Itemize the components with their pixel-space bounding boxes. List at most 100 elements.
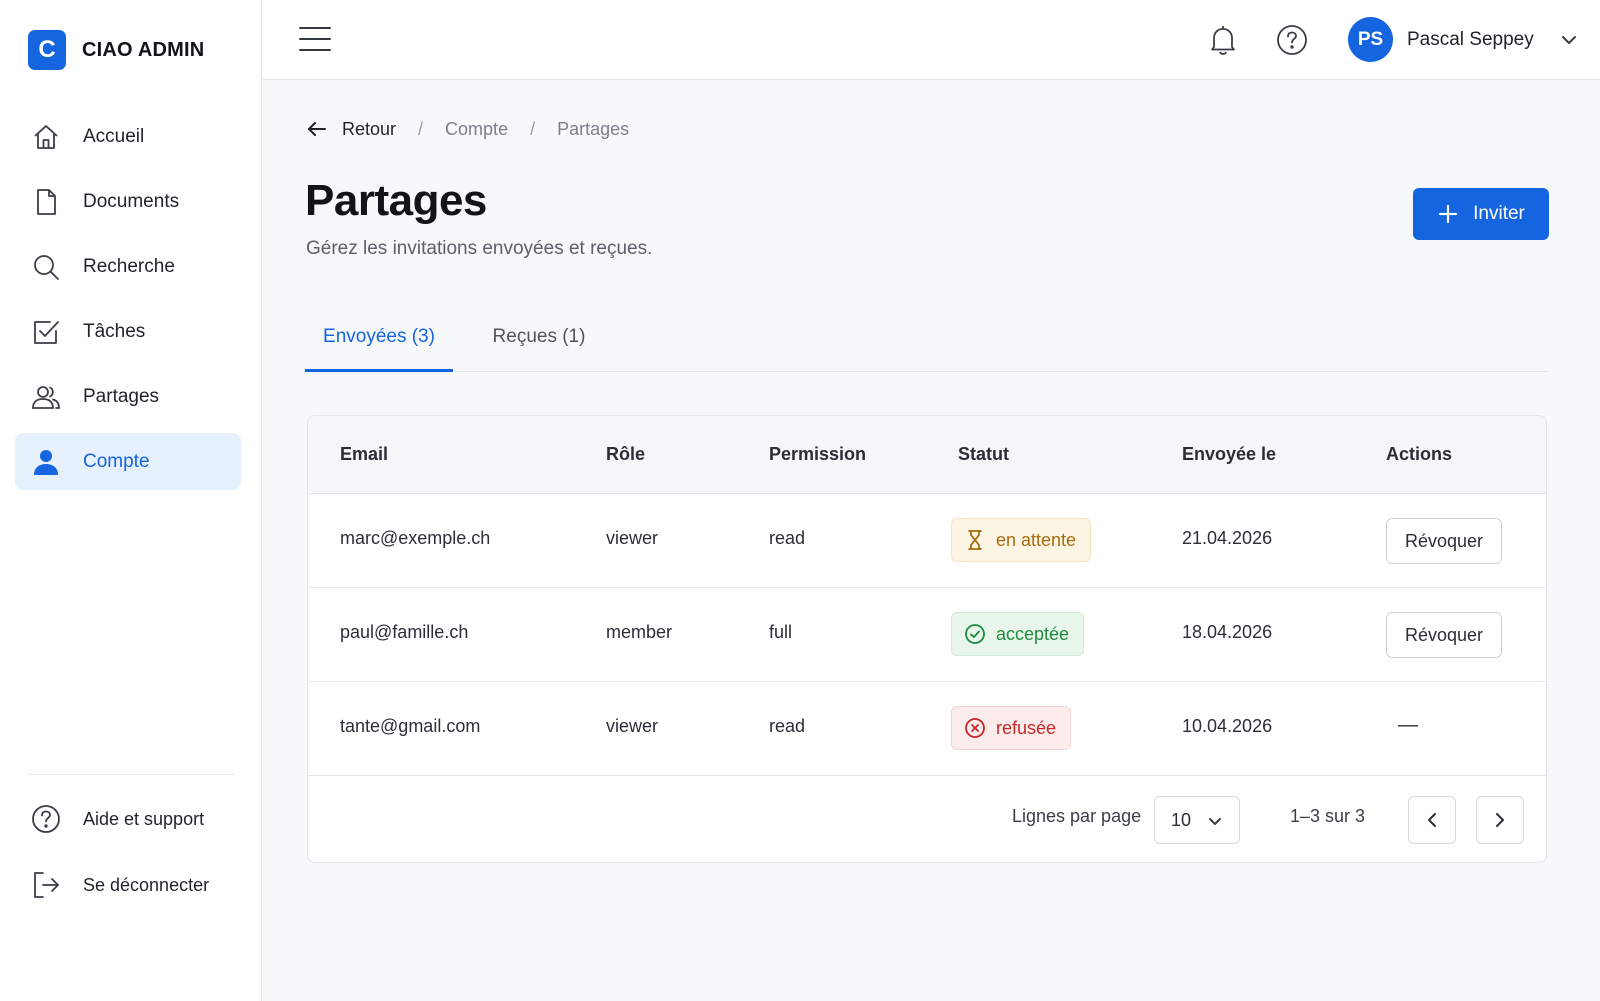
role-cell: viewer bbox=[606, 716, 659, 736]
permission-cell: full bbox=[769, 622, 793, 642]
chevron-down-icon bbox=[1561, 35, 1576, 44]
page-subtitle: Gérez les invitations envoyées et reçues… bbox=[306, 238, 653, 259]
bell-icon bbox=[1211, 26, 1235, 55]
user-name: Pascal Seppey bbox=[1407, 28, 1534, 50]
brand-name: CIAO ADMIN bbox=[82, 38, 205, 61]
revoke-button[interactable]: Révoquer bbox=[1386, 518, 1502, 564]
home-icon bbox=[31, 122, 61, 152]
x-circle-icon bbox=[965, 718, 985, 738]
user-menu[interactable]: PS Pascal Seppey bbox=[1348, 17, 1580, 62]
column-header-date: Envoyée le bbox=[1182, 444, 1277, 464]
status-label: en attente bbox=[996, 529, 1077, 550]
sidebar-item-logout[interactable]: Se déconnecter bbox=[15, 856, 241, 914]
user-icon bbox=[31, 447, 61, 477]
help-circle-icon bbox=[1277, 25, 1307, 55]
check-circle-icon bbox=[965, 624, 985, 644]
sidebar-item-partages[interactable]: Partages bbox=[15, 368, 241, 425]
table-row: paul@famille.ch member full acceptée 18.… bbox=[308, 588, 1546, 682]
sidebar-item-label: Documents bbox=[83, 190, 180, 212]
hamburger-line bbox=[299, 27, 331, 29]
next-page-button[interactable] bbox=[1476, 796, 1524, 844]
status-label: refusée bbox=[996, 717, 1057, 738]
sidebar-bottom-nav: Aide et support Se déconnecter bbox=[15, 790, 241, 922]
revoke-button[interactable]: Révoquer bbox=[1386, 612, 1502, 658]
column-header-role: Rôle bbox=[606, 444, 646, 464]
brand[interactable]: C CIAO ADMIN bbox=[28, 30, 204, 70]
column-header-permission: Permission bbox=[769, 444, 867, 464]
permission-cell: read bbox=[769, 528, 806, 548]
pagination: Lignes par page 10 1–3 sur 3 bbox=[308, 778, 1546, 862]
tab-envoyees[interactable]: Envoyées (3) bbox=[305, 314, 453, 372]
back-link[interactable]: Retour bbox=[306, 118, 396, 140]
date-cell: 18.04.2026 bbox=[1182, 622, 1273, 642]
help-circle-icon bbox=[31, 804, 61, 834]
sidebar-item-label: Recherche bbox=[83, 255, 175, 277]
breadcrumb-separator: / bbox=[418, 118, 424, 139]
sidebar-item-accueil[interactable]: Accueil bbox=[15, 108, 241, 165]
chevron-right-icon bbox=[1496, 813, 1504, 827]
sidebar-nav: Accueil Documents Recherche Tâches Parta… bbox=[15, 108, 241, 498]
back-label: Retour bbox=[342, 118, 397, 139]
avatar: PS bbox=[1348, 17, 1393, 62]
sidebar-item-label: Partages bbox=[83, 385, 160, 407]
table-header: Email Rôle Permission Statut Envoyée le … bbox=[308, 416, 1546, 494]
rows-per-page-select[interactable]: 10 bbox=[1154, 796, 1240, 844]
menu-toggle-button[interactable] bbox=[299, 24, 331, 54]
hourglass-icon bbox=[968, 530, 982, 550]
sidebar-item-aide[interactable]: Aide et support bbox=[15, 790, 241, 848]
no-action: — bbox=[1398, 714, 1418, 736]
chevron-down-icon bbox=[1209, 818, 1221, 825]
notifications-button[interactable] bbox=[1206, 23, 1240, 57]
sidebar-divider bbox=[28, 774, 235, 775]
sidebar-item-compte[interactable]: Compte bbox=[15, 433, 241, 490]
document-icon bbox=[31, 187, 61, 217]
app-root: C CIAO ADMIN Accueil Documents Recherche… bbox=[0, 0, 1600, 1001]
sidebar-item-recherche[interactable]: Recherche bbox=[15, 238, 241, 295]
rows-per-page-label: Lignes par page bbox=[1012, 806, 1142, 826]
table-row: marc@exemple.ch viewer read en attente 2… bbox=[308, 494, 1546, 588]
date-cell: 21.04.2026 bbox=[1182, 528, 1273, 548]
chevron-left-icon bbox=[1428, 813, 1436, 827]
sidebar-item-taches[interactable]: Tâches bbox=[15, 303, 241, 360]
breadcrumb-current: Partages bbox=[557, 118, 630, 139]
column-header-status: Statut bbox=[958, 444, 1009, 464]
plus-icon bbox=[1439, 204, 1458, 224]
role-cell: viewer bbox=[606, 528, 659, 548]
column-header-email: Email bbox=[340, 444, 389, 464]
search-icon bbox=[31, 252, 61, 282]
sidebar: C CIAO ADMIN Accueil Documents Recherche… bbox=[0, 0, 262, 1001]
table-row: tante@gmail.com viewer read refusée 10.0… bbox=[308, 682, 1546, 776]
sidebar-item-label: Tâches bbox=[83, 320, 146, 342]
invite-label: Inviter bbox=[1473, 203, 1525, 224]
sidebar-item-label: Compte bbox=[83, 450, 150, 472]
email-cell: tante@gmail.com bbox=[340, 716, 481, 736]
sidebar-item-documents[interactable]: Documents bbox=[15, 173, 241, 230]
invite-button[interactable]: Inviter bbox=[1413, 188, 1549, 240]
rows-per-page-value: 10 bbox=[1171, 809, 1192, 830]
email-cell: paul@famille.ch bbox=[340, 622, 469, 642]
logout-icon bbox=[31, 870, 61, 900]
tabs: Envoyées (3) Reçues (1) bbox=[305, 314, 1549, 372]
previous-page-button[interactable] bbox=[1408, 796, 1456, 844]
sidebar-item-label: Aide et support bbox=[83, 808, 205, 829]
email-cell: marc@exemple.ch bbox=[340, 528, 491, 548]
permission-cell: read bbox=[769, 716, 806, 736]
hamburger-line bbox=[299, 49, 331, 51]
breadcrumb-compte[interactable]: Compte bbox=[445, 119, 508, 140]
page-title: Partages bbox=[305, 176, 487, 225]
help-button[interactable] bbox=[1275, 23, 1309, 57]
tab-recues[interactable]: Reçues (1) bbox=[479, 314, 599, 372]
status-label: acceptée bbox=[996, 623, 1070, 644]
breadcrumb-separator: / bbox=[530, 118, 536, 139]
brand-logo: C bbox=[28, 30, 66, 70]
role-cell: member bbox=[606, 622, 673, 642]
status-badge: refusée bbox=[951, 706, 1072, 750]
sidebar-item-label: Accueil bbox=[83, 125, 145, 147]
users-icon bbox=[31, 382, 61, 412]
topbar: PS Pascal Seppey bbox=[263, 0, 1600, 80]
breadcrumb: Retour / Compte / Partages bbox=[306, 118, 629, 140]
pagination-range: 1–3 sur 3 bbox=[1290, 806, 1366, 826]
column-header-actions: Actions bbox=[1386, 444, 1453, 464]
hamburger-line bbox=[299, 38, 331, 40]
date-cell: 10.04.2026 bbox=[1182, 716, 1273, 736]
